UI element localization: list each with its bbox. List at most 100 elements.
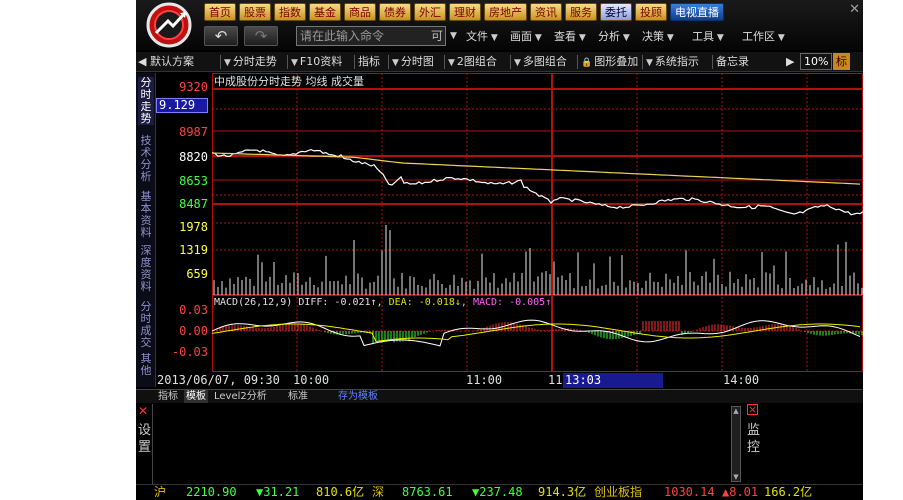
side-tab[interactable]: 深度资料 (138, 245, 154, 293)
market-status-value: 创业板指 (594, 485, 643, 499)
back-arrow-icon: ↶ (214, 27, 228, 45)
nav-menu-item[interactable]: 文件 ▼ (466, 28, 498, 44)
chevron-down-icon: ▼ (775, 33, 785, 43)
back-button[interactable]: ↶ (204, 26, 238, 46)
mark-button[interactable]: 标 (833, 53, 850, 70)
side-tab[interactable]: 基本资料 (138, 191, 154, 239)
time-axis: 2013/06/07, 09:30 10:00 11:00 11:3 13:03… (156, 372, 863, 389)
toolbar-item-label: 图形叠加 (594, 55, 639, 68)
toolbar-item[interactable]: ▼ 分时走势 (224, 54, 277, 70)
forward-arrow-icon: ↷ (254, 27, 268, 45)
toolbar-scroll-left-icon[interactable]: ◀ (138, 54, 146, 70)
close-monitor-icon[interactable]: × (747, 404, 758, 415)
price-axis-label: 9320 (179, 80, 208, 94)
average-price-line (212, 152, 861, 185)
nav-menu-item[interactable]: 工具 ▼ (692, 28, 724, 44)
menu-button[interactable]: 服务 (565, 3, 597, 21)
save-template-tab[interactable]: 存为模板 (336, 390, 380, 403)
nav-menu-label: 决策 (642, 30, 664, 43)
scroll-up-icon[interactable]: ▲ (732, 407, 740, 415)
menu-button[interactable]: 理财 (449, 3, 481, 21)
market-status-value: 1030.14 (664, 485, 715, 499)
menu-button[interactable]: 债券 (379, 3, 411, 21)
command-dropdown-arrow[interactable]: ▼ (450, 28, 457, 41)
macd-title: MACD(26,12,9) DIFF: -0.021↑, DEA: -0.018… (214, 297, 551, 308)
tab-template[interactable]: 模板 (184, 390, 208, 403)
lock-icon: 🔒 (581, 58, 593, 68)
chevron-down-icon: ▼ (620, 33, 630, 43)
market-status-value: ▼237.48 (472, 485, 523, 499)
market-status-bar: 沪 2210.90 ▼31.21 810.6亿深 8763.61 ▼237.48 914.3… (136, 484, 863, 500)
macd-dea: DEA: -0.018↓, (388, 297, 467, 308)
settings-label[interactable]: 设置 (137, 422, 152, 456)
side-tab[interactable]: 其他 (138, 353, 154, 377)
menu-button[interactable]: 首页 (204, 3, 236, 21)
toolbar-item[interactable]: 默认方案 (150, 54, 194, 70)
app-logo[interactable] (140, 2, 198, 48)
tab-standard[interactable]: 标准 (286, 390, 310, 403)
app-header: 首页 股票 指数 基金 商品 债券 外汇 理财 房地产 资讯 服务 委托 投顾 电视直播 ✕ ↶ ↷ 请在… (136, 0, 863, 50)
settings-sidebar[interactable]: ✕ 设置 (136, 404, 153, 484)
chevron-down-icon: ▼ (392, 58, 399, 68)
chevron-down-icon: ▼ (224, 58, 231, 68)
menu-button[interactable]: 外汇 (414, 3, 446, 21)
side-tab[interactable]: 分时走势 (138, 77, 154, 125)
tab-indicator[interactable]: 指标 (156, 390, 180, 403)
toolbar-separator (287, 55, 288, 69)
macd-axis-label: 0.00 (179, 324, 208, 338)
nav-menu-item[interactable]: 工作区 ▼ (742, 28, 785, 44)
market-status-value: ▼31.21 (256, 485, 300, 499)
toolbar-scroll-right-icon[interactable]: ▶ (786, 54, 794, 70)
command-input[interactable]: 请在此输入命令 可 (296, 26, 446, 46)
toolbar-item[interactable]: ▼ 分时图 (392, 54, 434, 70)
panel-scrollbar[interactable]: ▲ ▼ (731, 406, 741, 482)
toolbar-item[interactable]: 备忘录 (716, 54, 749, 70)
forward-button[interactable]: ↷ (244, 26, 278, 46)
toolbar-item[interactable]: 指标 (358, 54, 380, 70)
toolbar-item[interactable]: ▼ 系统指示 (646, 54, 699, 70)
menu-button[interactable]: 房地产 (484, 3, 527, 21)
menu-button[interactable]: 资讯 (530, 3, 562, 21)
nav-menu-item[interactable]: 查看 ▼ (554, 28, 586, 44)
toolbar-item[interactable]: ▼ 2图组合 (448, 54, 497, 70)
nav-menu-label: 文件 (466, 30, 488, 43)
side-tab[interactable]: 技术分析 (138, 135, 154, 183)
nav-menu-item[interactable]: 决策 ▼ (642, 28, 674, 44)
volume-axis-label: 1978 (179, 220, 208, 234)
tab-level2[interactable]: Level2分析 (212, 390, 269, 403)
chevron-down-icon: ▼ (488, 33, 498, 43)
close-panel-icon[interactable]: ✕ (138, 404, 148, 418)
menu-button[interactable]: 基金 (309, 3, 341, 21)
command-placeholder: 请在此输入命令 (300, 29, 385, 43)
nav-menu-item[interactable]: 分析 ▼ (598, 28, 630, 44)
toolbar-item[interactable]: ▼ 多图组合 (514, 54, 567, 70)
macd-diff: DIFF: -0.021↑, (298, 297, 383, 308)
intraday-chart[interactable] (212, 73, 863, 373)
monitor-sidebar[interactable]: × 监控 (744, 404, 762, 484)
chart-toolbar: ◀ ▶ 10% 标 默认方案 ▼ 分时走势 ▼ F10资料 指标 ▼ 分时图 ▼ 2图组合 ▼ 多图组… (136, 52, 863, 72)
scroll-down-icon[interactable]: ▼ (732, 473, 740, 481)
chevron-down-icon: ▼ (448, 58, 455, 68)
market-status-value: 沪 (154, 485, 167, 499)
zoom-percent[interactable]: 10% (800, 53, 833, 70)
close-icon[interactable]: ✕ (849, 2, 860, 17)
price-axis-label: 8653 (179, 174, 208, 188)
side-tab[interactable]: 分时成交 (138, 301, 154, 349)
nav-menu-item[interactable]: 画面 ▼ (510, 28, 542, 44)
market-status-value: 810.6亿 (316, 485, 365, 499)
toolbar-item-label: 系统指示 (654, 55, 699, 68)
menu-button[interactable]: 股票 (239, 3, 271, 21)
nav-menu-label: 工作区 (742, 30, 775, 43)
macd-value: MACD: -0.005↑ (472, 297, 552, 308)
menu-button[interactable]: 商品 (344, 3, 376, 21)
market-status-value: 914.3亿 (538, 485, 587, 499)
monitor-label[interactable]: 监控 (746, 422, 761, 456)
current-price-box: 9.129 (156, 98, 208, 113)
toolbar-item[interactable]: 🔒 图形叠加 (581, 54, 638, 70)
menu-button[interactable]: 投顾 (635, 3, 667, 21)
menu-button[interactable]: 指数 (274, 3, 306, 21)
menu-button[interactable]: 电视直播 (670, 3, 724, 21)
macd-params: MACD(26,12,9) (214, 297, 293, 308)
toolbar-item[interactable]: ▼ F10资料 (291, 54, 342, 70)
menu-button[interactable]: 委托 (600, 3, 632, 21)
